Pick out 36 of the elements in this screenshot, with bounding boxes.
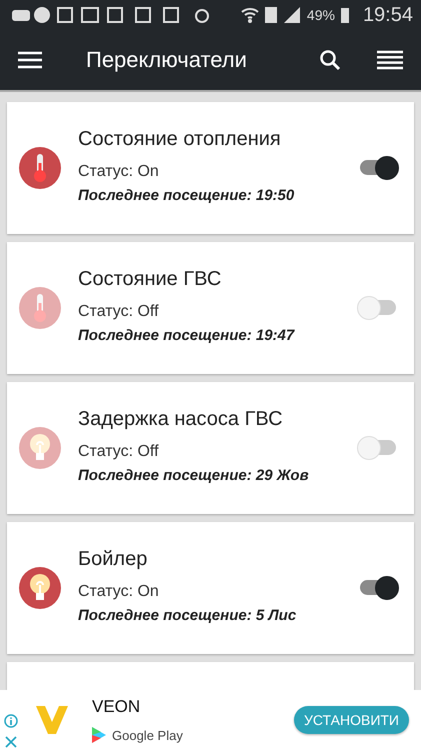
last-visit-time: Последнее посещение: 29 Жов	[78, 467, 310, 484]
switch-card[interactable]: Состояние ГВС Статус: Off Последнее посещение: 19:47	[7, 242, 414, 374]
thermometer-icon	[32, 293, 48, 323]
store-name: Google Play	[112, 728, 183, 742]
thermometer-icon	[32, 153, 48, 183]
switch-card[interactable]: Задержка насоса ГВС Статус: Off Последнее посещение: 29 Жов	[7, 382, 414, 514]
light-bulb-icon	[29, 433, 51, 463]
switch-status: Статус: Off	[78, 443, 160, 461]
battery-percentage: 49%	[306, 7, 335, 23]
list-view-icon[interactable]	[377, 50, 403, 70]
light-bulb-icon	[29, 573, 51, 603]
switch-name: Задержка насоса ГВС	[78, 408, 284, 431]
sim-card-icon	[264, 6, 277, 24]
switch-name: Состояние ГВС	[78, 268, 222, 291]
signal-icon	[282, 6, 301, 24]
clock-time: 19:54	[362, 4, 413, 26]
switch-status: Статус: Off	[78, 303, 160, 321]
menu-icon[interactable]	[18, 51, 42, 69]
switch-name: Состояние отопления	[78, 128, 282, 151]
last-visit-time: Последнее посещение: 19:50	[78, 187, 296, 204]
switch-card[interactable]: Состояние отопления Статус: On Последнее посещение: 19:50	[7, 102, 414, 234]
search-icon[interactable]	[319, 49, 341, 71]
battery-icon	[340, 7, 349, 23]
info-icon[interactable]	[4, 714, 18, 728]
screen-title: Переключатели	[86, 47, 248, 73]
advertiser-name: VEON	[92, 697, 142, 717]
v-logo-icon	[36, 706, 68, 734]
switch-status: Статус: On	[78, 583, 160, 601]
wifi-icon	[240, 6, 259, 24]
switch-status: Статус: On	[78, 163, 160, 181]
last-visit-time: Последнее посещение: 19:47	[78, 327, 296, 344]
last-visit-time: Последнее посещение: 5 Лис	[78, 607, 298, 624]
close-icon[interactable]	[5, 736, 17, 748]
switch-name: Бойлер	[78, 548, 148, 571]
play-store-icon	[92, 727, 106, 743]
switch-card[interactable]: Бойлер Статус: On Последнее посещение: 5 Лис	[7, 522, 414, 654]
